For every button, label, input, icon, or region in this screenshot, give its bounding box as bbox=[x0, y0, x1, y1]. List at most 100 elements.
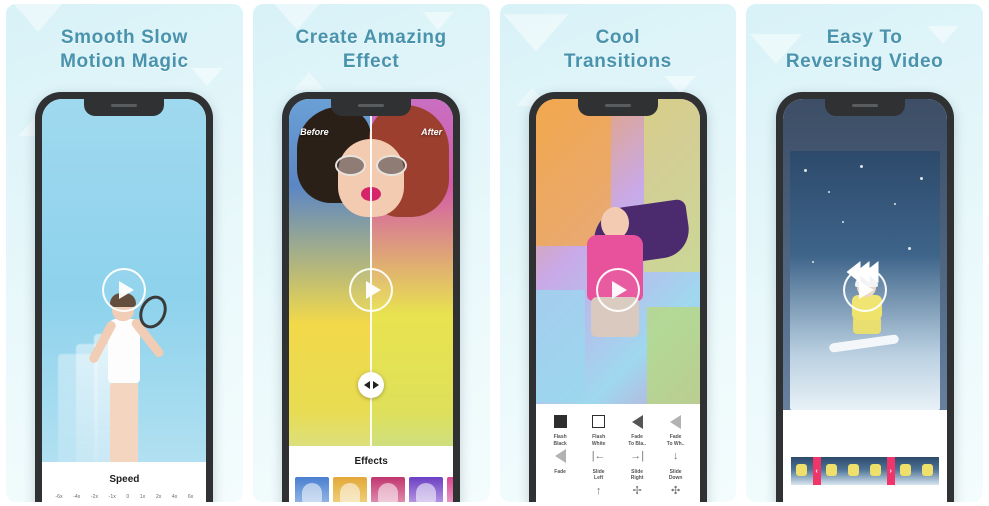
transition-slide-up[interactable]: ↑ SlideUp bbox=[579, 482, 618, 502]
decor-triangle-icon bbox=[293, 72, 325, 90]
transitions-row: Fade |← SlideLeft →| SlideRight ↓ Slid bbox=[541, 448, 695, 483]
transition-slide-left[interactable]: |← Slide Left bbox=[579, 448, 618, 483]
transitions-row: ↑ SlideUp ✢ Shrink ✣ Grow bbox=[541, 482, 695, 502]
transition-label: Right bbox=[630, 475, 644, 482]
transition-label: White bbox=[591, 440, 606, 447]
speed-tick: 4x bbox=[171, 494, 178, 500]
phone-notch bbox=[577, 99, 658, 116]
play-icon[interactable] bbox=[842, 267, 887, 312]
chevron-right-icon[interactable]: › bbox=[886, 457, 895, 485]
filmstrip-frame[interactable] bbox=[916, 457, 939, 485]
left-right-arrows-icon[interactable] bbox=[358, 371, 385, 398]
speed-tick: 6x bbox=[187, 494, 194, 500]
headline-line-1: Create Amazing bbox=[295, 27, 447, 48]
phone-notch bbox=[824, 99, 905, 116]
filmstrip-frame[interactable] bbox=[820, 457, 843, 485]
effects-panel: Effects bbox=[289, 446, 454, 502]
phone-screen[interactable]: Before After Effects bbox=[289, 99, 454, 502]
panel-headline: Create Amazing Effect bbox=[253, 4, 490, 75]
headline-line-1: Smooth Slow bbox=[60, 27, 188, 48]
video-preview[interactable] bbox=[42, 99, 207, 502]
golden-effect[interactable] bbox=[333, 477, 368, 502]
transition-fade-to-black[interactable]: Fade To Bla.. bbox=[618, 413, 657, 448]
speed-tick: -6x bbox=[55, 494, 63, 500]
arrow-left-icon: |← bbox=[591, 450, 606, 462]
transition-label: Flash bbox=[592, 434, 606, 440]
transition-label: Flash bbox=[553, 434, 567, 440]
video-preview[interactable]: Before After bbox=[289, 99, 454, 502]
filmstrip-frame[interactable] bbox=[894, 457, 917, 485]
phone-mockup: Flash Black Flash White Fade To Bla.. Fa… bbox=[528, 92, 707, 502]
blue-effect[interactable] bbox=[295, 477, 330, 502]
play-icon[interactable] bbox=[102, 267, 147, 312]
transition-label: Slide bbox=[592, 468, 605, 475]
outline-square-icon bbox=[579, 413, 618, 430]
chevron-left-icon[interactable]: ‹ bbox=[812, 457, 821, 485]
screenshot-gallery: Smooth Slow Motion Magic Speed -6x -4x -… bbox=[0, 0, 989, 506]
transition-label: Down bbox=[668, 475, 683, 482]
headline-line-2: Effect bbox=[342, 51, 400, 73]
headline-line-1: Easy To bbox=[826, 27, 903, 48]
panel-headline: Smooth Slow Motion Magic bbox=[6, 4, 243, 75]
speed-tick: 1x bbox=[139, 494, 146, 500]
transition-flash-black[interactable]: Flash Black bbox=[541, 413, 580, 448]
panel-slow-motion[interactable]: Smooth Slow Motion Magic Speed -6x -4x -… bbox=[6, 4, 243, 502]
headline-line-2: Transitions bbox=[563, 51, 672, 73]
transition-flash-white[interactable]: Flash White bbox=[579, 413, 618, 448]
transition-fade-to-white[interactable]: Fade To Wh.. bbox=[656, 413, 695, 448]
phone-mockup: Before After Effects bbox=[282, 92, 461, 502]
phone-screen[interactable]: Flash Black Flash White Fade To Bla.. Fa… bbox=[535, 99, 700, 502]
headline-line-2: Motion Magic bbox=[60, 51, 189, 73]
speed-tick: 0 bbox=[126, 494, 130, 500]
transitions-grid: Flash Black Flash White Fade To Bla.. Fa… bbox=[535, 404, 700, 502]
filmstrip-frame[interactable] bbox=[864, 457, 887, 485]
phone-screen[interactable]: Speed -6x -4x -2x -1x 0 1x 2x 4x 6x bbox=[42, 99, 207, 502]
fade-black-icon bbox=[618, 413, 657, 430]
transition-label: To Wh.. bbox=[666, 440, 685, 447]
panel-reverse-video[interactable]: Easy To Reversing Video ‹ › bbox=[746, 4, 983, 502]
before-label: Before bbox=[300, 127, 329, 137]
timeline-panel: ‹ › bbox=[782, 410, 947, 502]
play-icon[interactable] bbox=[349, 267, 394, 312]
headline-line-1: Cool bbox=[595, 27, 641, 48]
headline-line-2: Reversing Video bbox=[785, 51, 944, 73]
panel-transitions[interactable]: Cool Transitions Flash Black Flash White… bbox=[499, 4, 737, 502]
magenta-effect[interactable] bbox=[371, 477, 406, 502]
phone-mockup: ‹ › bbox=[775, 92, 954, 502]
transition-label: Fade bbox=[631, 434, 643, 440]
transitions-row: Flash Black Flash White Fade To Bla.. Fa… bbox=[541, 413, 695, 448]
speed-tick-labels: -6x -4x -2x -1x 0 1x 2x 4x 6x bbox=[52, 494, 196, 500]
transition-label: Black bbox=[553, 440, 567, 447]
transition-grow[interactable]: ✣ Grow bbox=[656, 482, 695, 502]
transition-shrink[interactable]: ✢ Shrink bbox=[618, 482, 657, 502]
grow-icon: ✣ bbox=[671, 485, 681, 497]
filmstrip[interactable]: ‹ › bbox=[790, 457, 939, 485]
transition-slide-right[interactable]: →| Slide Right bbox=[618, 448, 657, 483]
transition-fade[interactable]: Fade bbox=[541, 448, 580, 483]
phone-screen[interactable]: ‹ › bbox=[782, 99, 947, 502]
transition-label: Left bbox=[594, 475, 604, 482]
filled-square-icon bbox=[541, 413, 580, 430]
arrow-right-icon: →| bbox=[630, 450, 645, 462]
snowboard bbox=[828, 334, 899, 353]
transition-label: Slide bbox=[631, 468, 644, 475]
transition-label: To Bla.. bbox=[628, 440, 646, 447]
phone-notch bbox=[84, 99, 165, 116]
panel-headline: Easy To Reversing Video bbox=[746, 4, 983, 75]
play-icon[interactable] bbox=[595, 267, 640, 312]
transition-label: Fade bbox=[554, 468, 566, 475]
violet-effect[interactable] bbox=[409, 477, 444, 502]
speed-control-panel: Speed -6x -4x -2x -1x 0 1x 2x 4x 6x bbox=[42, 462, 207, 502]
arrow-down-icon: ↓ bbox=[672, 450, 679, 462]
after-label: After bbox=[421, 127, 443, 137]
subject-figure bbox=[575, 177, 693, 337]
pink-effect[interactable] bbox=[447, 477, 454, 502]
phone-notch bbox=[331, 99, 412, 116]
fade-icon bbox=[541, 448, 580, 465]
panel-create-effect[interactable]: Create Amazing Effect Before After Effec… bbox=[252, 4, 490, 502]
effects-thumbnail-row[interactable] bbox=[289, 477, 454, 502]
phone-mockup: Speed -6x -4x -2x -1x 0 1x 2x 4x 6x bbox=[35, 92, 214, 502]
transition-slide-down[interactable]: ↓ Slide Down bbox=[656, 448, 695, 483]
filmstrip-frame[interactable] bbox=[790, 457, 813, 485]
filmstrip-frame[interactable] bbox=[842, 457, 865, 485]
